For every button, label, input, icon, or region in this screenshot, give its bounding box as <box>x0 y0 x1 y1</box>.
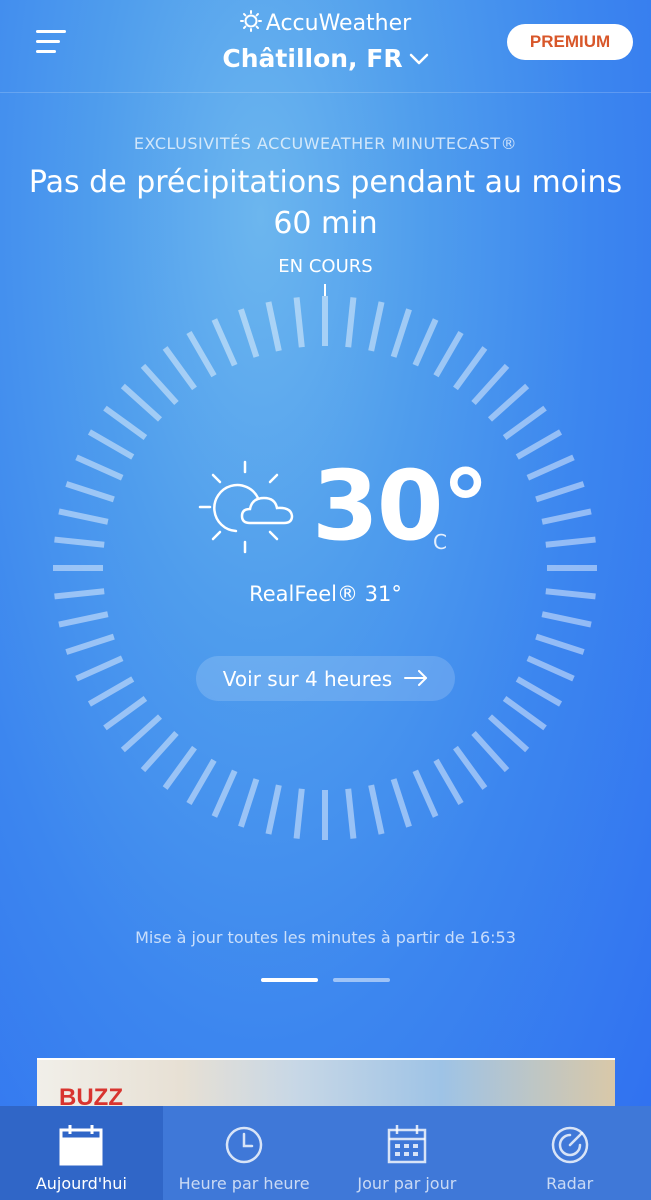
dial-tick <box>65 633 115 655</box>
dial-tick <box>368 301 385 352</box>
nav-radar[interactable]: Radar <box>488 1106 651 1200</box>
dial-tick <box>87 676 135 707</box>
bottom-nav: Aujourd'hui Heure par heure Jour par jou… <box>0 1106 651 1200</box>
dial-tick <box>412 318 439 367</box>
dial-tick <box>487 714 530 753</box>
update-note: Mise à jour toutes les minutes à partir … <box>135 928 516 947</box>
realfeel: RealFeel® 31° <box>0 582 651 606</box>
nav-daily[interactable]: Jour par jour <box>326 1106 489 1200</box>
nav-hourly[interactable]: Heure par heure <box>163 1106 326 1200</box>
dial-tick <box>140 730 179 773</box>
dial-tick <box>238 308 260 358</box>
dial-tick <box>186 758 217 806</box>
radar-icon <box>549 1124 591 1170</box>
nav-today[interactable]: Aujourd'hui <box>0 1106 163 1200</box>
dial-tick <box>502 405 547 440</box>
partly-sunny-icon <box>198 458 298 562</box>
dial-tick <box>412 769 439 818</box>
dial-tick <box>211 769 238 818</box>
ad-banner[interactable]: BUZZ <box>37 1058 615 1110</box>
dial-tick <box>58 611 109 628</box>
dial-tick <box>526 655 575 682</box>
four-hour-label: Voir sur 4 heures <box>222 666 393 691</box>
dial-tick <box>502 696 547 731</box>
dial-tick <box>265 784 282 835</box>
dial-tick <box>162 346 197 391</box>
four-hour-forecast-button[interactable]: Voir sur 4 heures <box>196 656 455 701</box>
dial-tick <box>75 655 124 682</box>
dial-tick <box>345 297 357 348</box>
dial-tick <box>526 454 575 481</box>
page-indicator-active[interactable] <box>261 978 318 982</box>
dial-tick <box>120 383 163 422</box>
dial-tick <box>293 297 305 348</box>
dial-tick <box>65 481 115 503</box>
dial-tick <box>453 745 488 790</box>
dial-tick <box>471 363 510 406</box>
temperature-unit: C <box>433 530 447 554</box>
dial-tick <box>471 730 510 773</box>
dial-tick <box>541 611 592 628</box>
dial-tick <box>103 696 148 731</box>
dial-tick <box>541 508 592 525</box>
dial-tick <box>515 429 563 460</box>
dial-tick <box>162 745 197 790</box>
realfeel-label: RealFeel® <box>249 582 358 606</box>
dial-tick <box>390 778 412 828</box>
dial-tick <box>75 454 124 481</box>
current-temperature: 30° <box>312 450 490 562</box>
dial-tick <box>265 301 282 352</box>
page-indicator[interactable] <box>333 978 390 982</box>
realfeel-value: 31° <box>364 582 402 606</box>
dial-tick <box>487 383 530 422</box>
dial-tick <box>58 508 109 525</box>
nav-label: Aujourd'hui <box>35 1174 127 1193</box>
arrow-right-icon <box>404 667 428 691</box>
dial-tick <box>390 308 412 358</box>
dial-tick <box>368 784 385 835</box>
nav-label: Jour par jour <box>357 1174 457 1193</box>
calendar-icon <box>58 1124 104 1170</box>
dial-tick <box>535 481 585 503</box>
dial-tick <box>211 318 238 367</box>
dial-tick <box>545 536 596 548</box>
dial-tick <box>433 330 464 378</box>
dial-tick <box>238 778 260 828</box>
dial-tick <box>515 676 563 707</box>
dial-ticks <box>53 284 597 840</box>
dial-tick <box>54 536 105 548</box>
dial-tick <box>87 429 135 460</box>
dial-tick <box>433 758 464 806</box>
dial-tick <box>140 363 179 406</box>
dial-tick <box>345 788 357 839</box>
dial-tick <box>453 346 488 391</box>
nav-label: Radar <box>546 1174 594 1193</box>
dial-tick <box>293 788 305 839</box>
clock-icon <box>223 1124 265 1170</box>
calendar-grid-icon <box>386 1124 428 1170</box>
nav-label: Heure par heure <box>178 1174 310 1193</box>
dial-tick <box>103 405 148 440</box>
dial-tick <box>120 714 163 753</box>
dial-tick <box>535 633 585 655</box>
dial-tick <box>186 330 217 378</box>
